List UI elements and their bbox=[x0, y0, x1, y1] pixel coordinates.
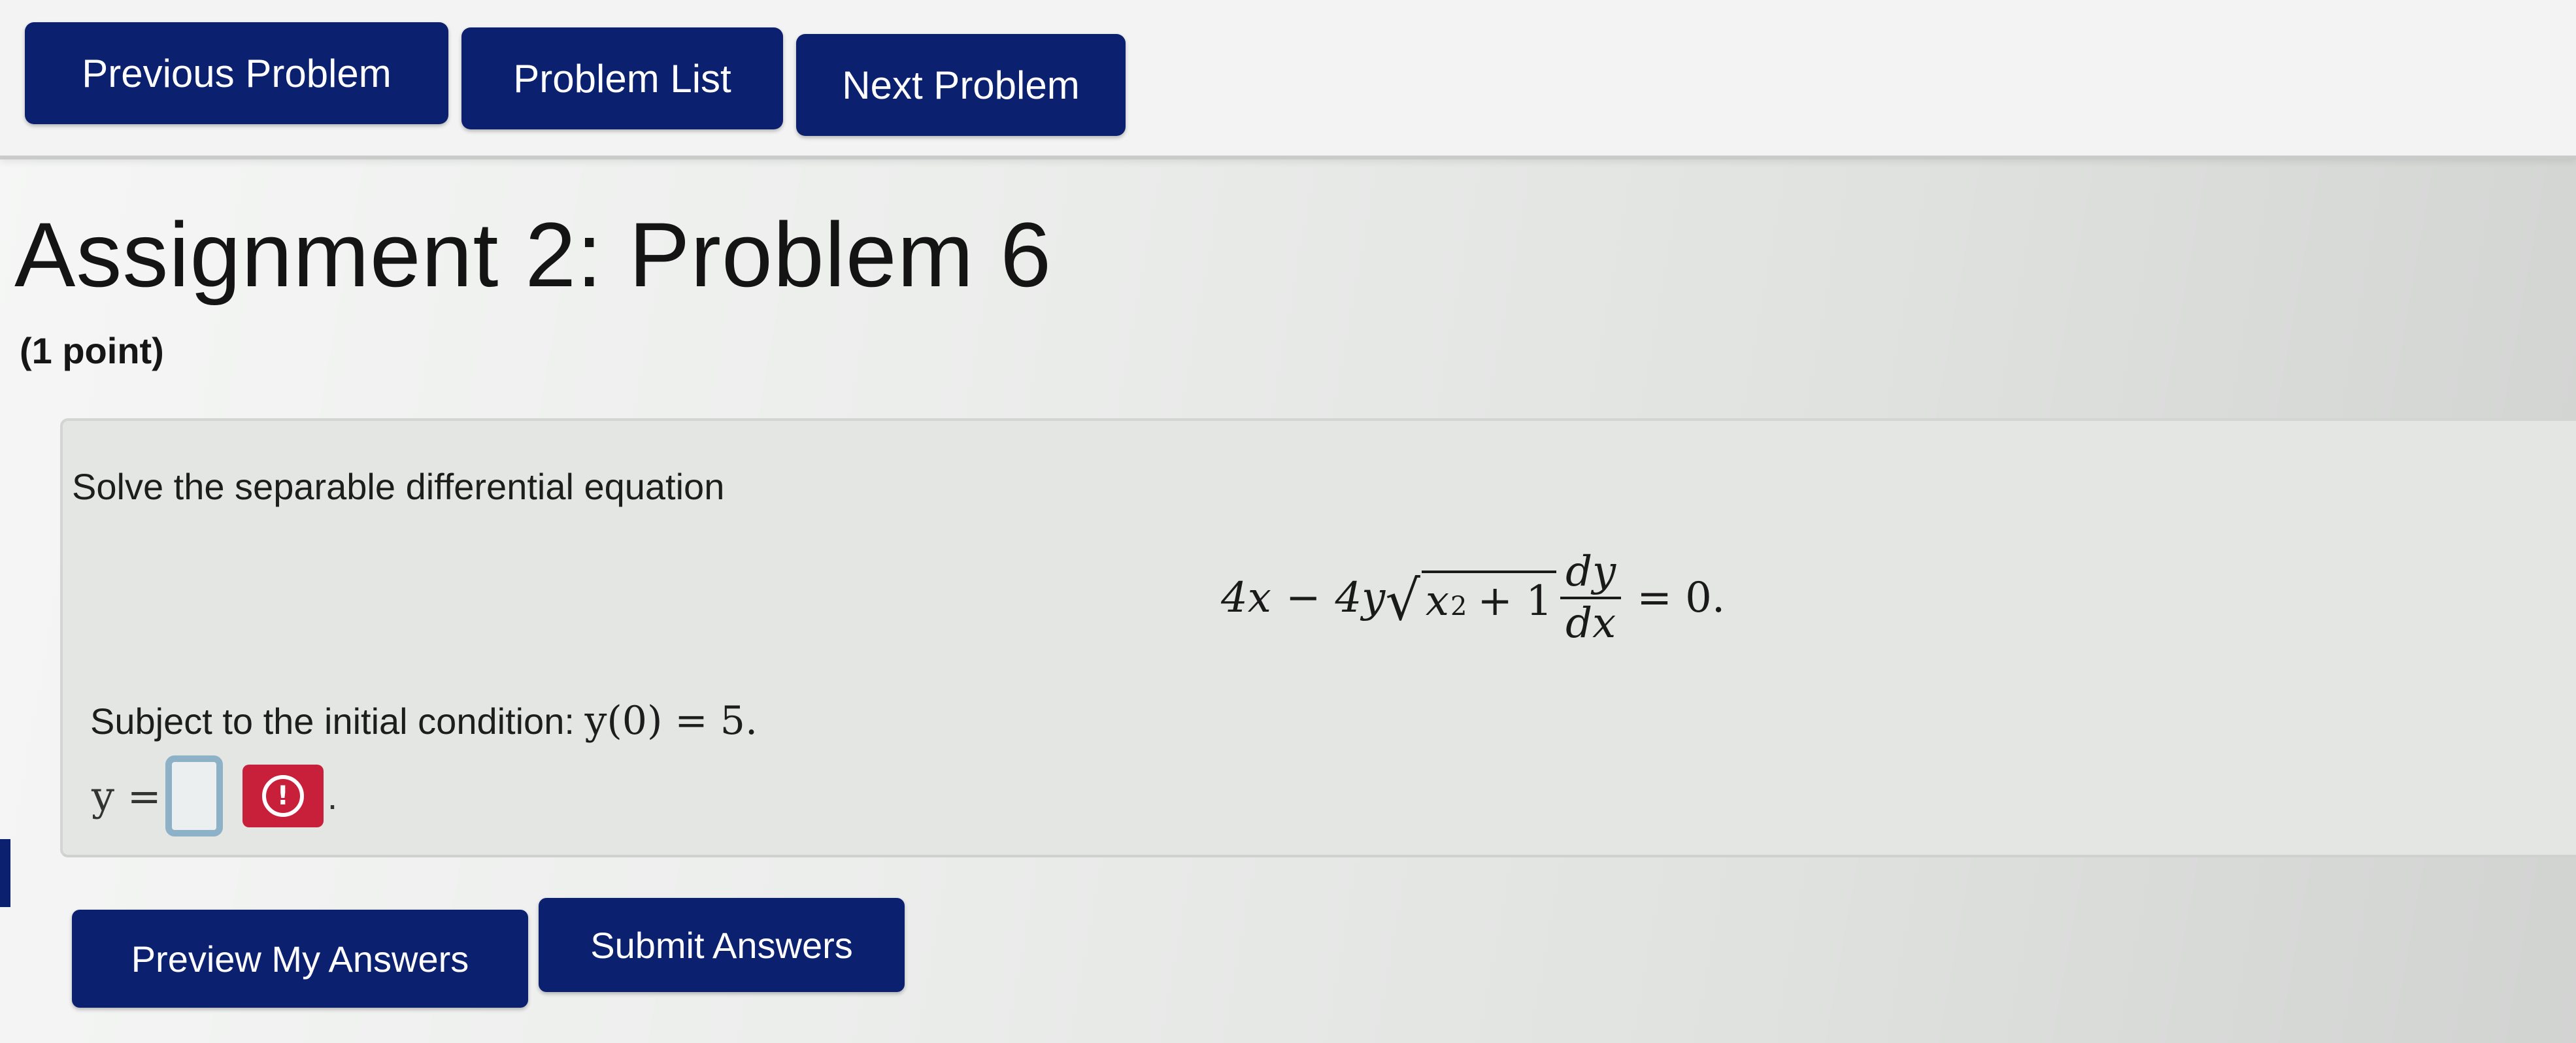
square-root-icon: √ bbox=[1385, 569, 1420, 633]
preview-answers-button[interactable]: Preview My Answers bbox=[72, 910, 528, 1008]
equation-rhs: = 0. bbox=[1637, 574, 1726, 622]
exclamation-circle-icon: ! bbox=[261, 775, 304, 817]
focus-marker bbox=[0, 839, 10, 907]
answer-label: y = bbox=[92, 772, 161, 820]
condition-math: y(0) = 5. bbox=[584, 698, 758, 744]
radicand-plus-one: + 1 bbox=[1477, 577, 1553, 625]
answer-row: y = ! . bbox=[92, 750, 337, 842]
next-problem-button[interactable]: Next Problem bbox=[796, 34, 1126, 136]
navigation-bar: Previous Problem Problem List Next Probl… bbox=[0, 0, 2576, 159]
initial-condition: Subject to the initial condition: y(0) =… bbox=[90, 698, 758, 744]
square-root: √ x2 + 1 bbox=[1385, 569, 1557, 633]
radicand-variable: x bbox=[1425, 577, 1449, 625]
submit-answers-button[interactable]: Submit Answers bbox=[539, 898, 905, 992]
derivative-denominator: dx bbox=[1565, 599, 1616, 648]
problem-statement: Solve the separable differential equatio… bbox=[72, 466, 725, 507]
derivative-fraction: dy dx bbox=[1560, 550, 1622, 648]
page-title: Assignment 2: Problem 6 bbox=[14, 203, 1052, 306]
differential-equation: 4x − 4y √ x2 + 1 dy dx = 0. bbox=[1221, 542, 1725, 654]
answer-period: . bbox=[327, 775, 338, 817]
problem-points: (1 point) bbox=[20, 330, 164, 371]
problem-list-button[interactable]: Problem List bbox=[461, 27, 783, 129]
radicand-exponent: 2 bbox=[1450, 591, 1467, 621]
equation-minus: − bbox=[1285, 574, 1321, 622]
equation-term-4y: 4y bbox=[1335, 574, 1386, 622]
warning-badge[interactable]: ! bbox=[242, 765, 324, 827]
answer-input[interactable] bbox=[165, 755, 223, 836]
previous-problem-button[interactable]: Previous Problem bbox=[25, 22, 448, 124]
equation-term-4x: 4x bbox=[1221, 574, 1271, 622]
derivative-numerator: dy bbox=[1560, 550, 1622, 599]
radicand: x2 + 1 bbox=[1421, 571, 1557, 625]
condition-text: Subject to the initial condition: bbox=[90, 701, 575, 742]
